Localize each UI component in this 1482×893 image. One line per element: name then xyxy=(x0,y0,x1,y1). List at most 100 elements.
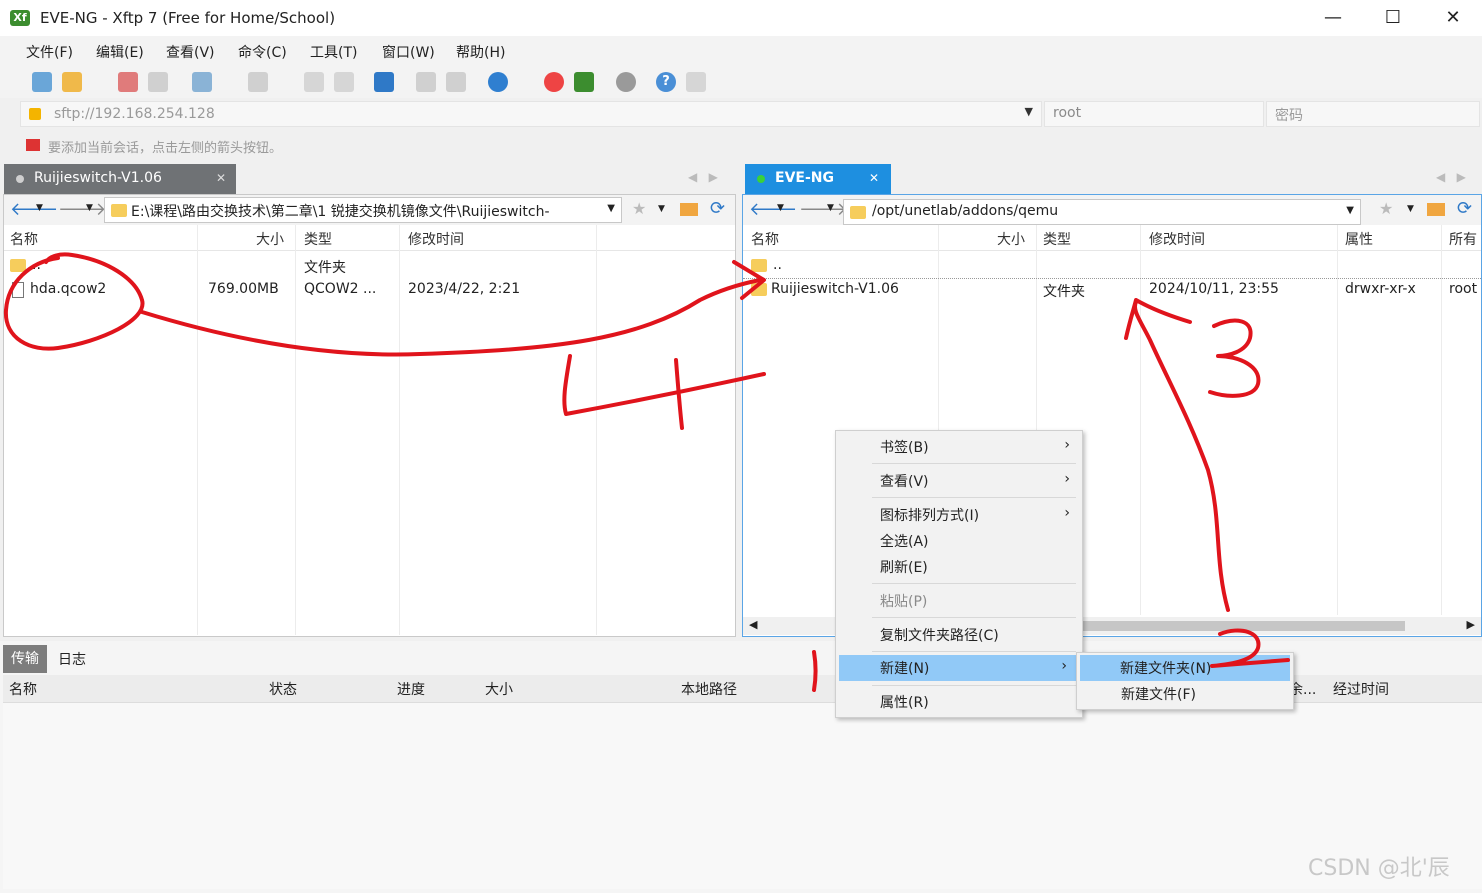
address-input[interactable]: sftp://192.168.254.128 xyxy=(54,106,215,122)
username-field[interactable]: root xyxy=(1044,101,1264,127)
col-elapsed[interactable]: 经过时间 xyxy=(1333,679,1389,699)
refresh-icon[interactable]: ⟳ xyxy=(710,198,725,219)
list-item[interactable]: .. 文件夹 xyxy=(4,255,735,279)
menu-tools[interactable]: 工具(T) xyxy=(310,42,357,62)
tab-right-session[interactable]: EVE-NG ✕ xyxy=(745,164,891,194)
chevron-down-icon[interactable]: ▼ xyxy=(1407,204,1414,214)
tab-transfer[interactable]: 传输 xyxy=(3,645,47,673)
chevron-down-icon[interactable]: ▼ xyxy=(36,203,43,213)
chevron-down-icon[interactable]: ▼ xyxy=(86,203,93,213)
paste-icon[interactable] xyxy=(334,72,354,92)
forward-arrow-icon[interactable]: 🡒 xyxy=(799,199,847,220)
sync-icon[interactable] xyxy=(416,72,436,92)
file-type: 文件夹 xyxy=(304,260,346,276)
remote-path-input[interactable]: /opt/unetlab/addons/qemu ▼ xyxy=(843,199,1361,225)
col-attributes[interactable]: 属性 xyxy=(1345,229,1373,249)
home-folder-icon[interactable] xyxy=(680,203,698,216)
menu-window[interactable]: 窗口(W) xyxy=(382,42,435,62)
list-item[interactable]: hda.qcow2 769.00MB QCOW2 ... 2023/4/22, … xyxy=(4,279,735,303)
xshell-icon[interactable] xyxy=(544,72,564,92)
address-bar[interactable]: sftp://192.168.254.128 ▼ xyxy=(20,101,1042,127)
terminal-icon[interactable] xyxy=(248,72,268,92)
col-size[interactable]: 大小 xyxy=(256,229,284,249)
copy-icon[interactable] xyxy=(304,72,324,92)
col-type[interactable]: 类型 xyxy=(1043,229,1071,249)
col-name[interactable]: 名称 xyxy=(9,679,37,699)
list-item[interactable]: .. xyxy=(743,255,1481,279)
new-session-icon[interactable] xyxy=(32,72,52,92)
reconnect-icon[interactable] xyxy=(148,72,168,92)
forward-arrow-icon[interactable]: 🡒 xyxy=(58,199,106,220)
col-size[interactable]: 大小 xyxy=(485,679,513,699)
menu-item-refresh[interactable]: 刷新(E) xyxy=(836,554,1082,580)
close-button[interactable]: ✕ xyxy=(1430,4,1476,32)
col-type[interactable]: 类型 xyxy=(304,229,332,249)
xftp-new-icon[interactable] xyxy=(574,72,594,92)
col-status[interactable]: 状态 xyxy=(269,679,297,699)
compare-icon[interactable] xyxy=(446,72,466,92)
chevron-down-icon[interactable]: ▼ xyxy=(658,204,665,214)
maximize-button[interactable]: ☐ xyxy=(1370,4,1416,32)
folder-icon xyxy=(751,283,767,296)
back-arrow-icon[interactable]: 🡐 xyxy=(10,199,58,220)
menu-view[interactable]: 查看(V) xyxy=(166,42,215,62)
chevron-down-icon[interactable]: ▼ xyxy=(607,203,615,214)
col-local-path[interactable]: 本地路径 xyxy=(681,679,737,699)
menu-item-paste: 粘贴(P) xyxy=(880,594,928,610)
star-icon[interactable]: ★ xyxy=(1379,199,1393,218)
chat-icon[interactable] xyxy=(686,72,706,92)
chevron-down-icon[interactable]: ▼ xyxy=(1025,105,1033,118)
add-session-arrow-icon[interactable] xyxy=(26,139,40,151)
close-tab-icon[interactable]: ✕ xyxy=(869,171,879,185)
menu-item-view[interactable]: 查看(V) › xyxy=(836,468,1082,494)
col-size[interactable]: 大小 xyxy=(997,229,1025,249)
menu-item-properties[interactable]: 属性(R) xyxy=(836,689,1082,715)
transfer-icon[interactable] xyxy=(374,72,394,92)
menu-edit[interactable]: 编辑(E) xyxy=(96,42,144,62)
globe-icon[interactable] xyxy=(488,72,508,92)
menu-item-new-file[interactable]: 新建文件(F) xyxy=(1077,681,1293,707)
list-item[interactable]: Ruijieswitch-V1.06 文件夹 2024/10/11, 23:55… xyxy=(743,279,1481,303)
col-modified[interactable]: 修改时间 xyxy=(408,229,464,249)
scroll-left-icon[interactable]: ◀ xyxy=(749,618,757,631)
back-arrow-icon[interactable]: 🡐 xyxy=(749,199,797,220)
col-progress[interactable]: 进度 xyxy=(397,679,425,699)
menu-item-new-folder[interactable]: 新建文件夹(N) xyxy=(1080,655,1290,681)
menu-file[interactable]: 文件(F) xyxy=(26,42,73,62)
col-modified[interactable]: 修改时间 xyxy=(1149,229,1205,249)
menu-command[interactable]: 命令(C) xyxy=(238,42,287,62)
close-tab-icon[interactable]: ✕ xyxy=(216,171,226,185)
chevron-down-icon[interactable]: ▼ xyxy=(1346,205,1354,216)
menu-item-select-all[interactable]: 全选(A) xyxy=(836,528,1082,554)
menu-item-new[interactable]: 新建(N) › xyxy=(839,655,1079,681)
col-name[interactable]: 名称 xyxy=(751,229,779,249)
menu-item-arrange[interactable]: 图标排列方式(I) › xyxy=(836,502,1082,528)
tab-scroll-arrows[interactable]: ◀ ▶ xyxy=(688,170,718,184)
local-path-input[interactable]: E:\课程\路由交换技术\第二章\1 锐捷交换机镜像文件\Ruijieswitc… xyxy=(104,197,622,223)
disconnect-icon[interactable] xyxy=(118,72,138,92)
col-name[interactable]: 名称 xyxy=(10,229,38,249)
home-folder-icon[interactable] xyxy=(1427,203,1445,216)
tab-log[interactable]: 日志 xyxy=(58,649,86,669)
file-name: .. xyxy=(32,257,41,273)
star-icon[interactable]: ★ xyxy=(632,199,646,218)
remote-file-header: 名称 大小 类型 修改时间 属性 所有 xyxy=(743,225,1481,251)
menu-item-copy-path[interactable]: 复制文件夹路径(C) xyxy=(836,622,1082,648)
password-field[interactable]: 密码 xyxy=(1266,101,1480,127)
help-icon[interactable]: ? xyxy=(656,72,676,92)
properties-icon[interactable] xyxy=(192,72,212,92)
tab-scroll-arrows[interactable]: ◀ ▶ xyxy=(1436,170,1466,184)
scroll-right-icon[interactable]: ▶ xyxy=(1467,618,1475,631)
refresh-icon[interactable]: ⟳ xyxy=(1457,198,1472,219)
gear-icon[interactable] xyxy=(616,72,636,92)
chevron-down-icon[interactable]: ▼ xyxy=(777,203,784,213)
file-modified: 2024/10/11, 23:55 xyxy=(1149,281,1279,297)
tab-left-session[interactable]: Ruijieswitch-V1.06 ✕ xyxy=(4,164,236,194)
menu-item-bookmark[interactable]: 书签(B) › xyxy=(836,434,1082,460)
minimize-button[interactable]: — xyxy=(1310,4,1356,32)
scroll-thumb[interactable] xyxy=(1073,621,1405,631)
open-folder-icon[interactable] xyxy=(62,72,82,92)
col-owner[interactable]: 所有 xyxy=(1449,229,1477,249)
chevron-down-icon[interactable]: ▼ xyxy=(827,203,834,213)
menu-help[interactable]: 帮助(H) xyxy=(456,42,505,62)
